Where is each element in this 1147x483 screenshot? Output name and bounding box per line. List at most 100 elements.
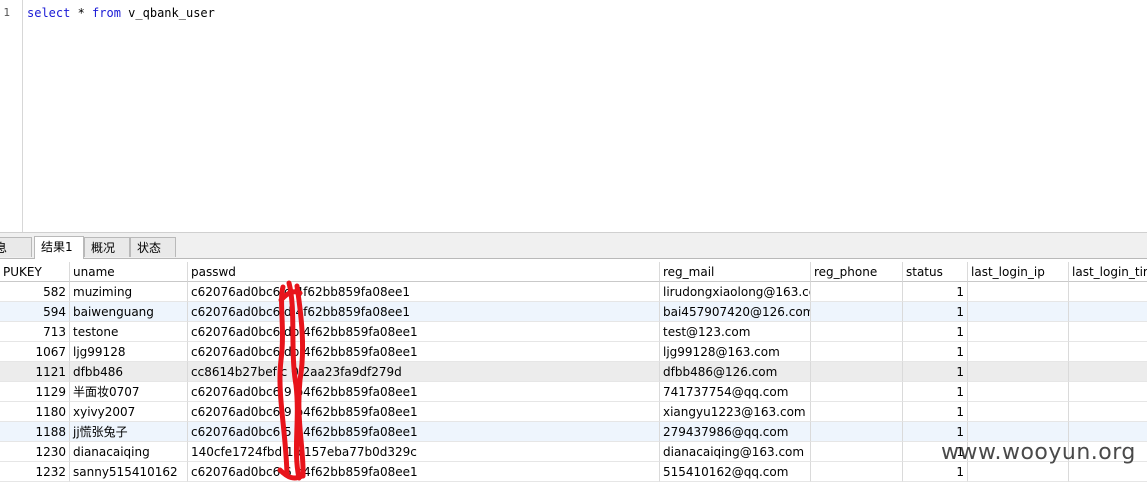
cell-last-login-time[interactable] <box>1069 342 1147 362</box>
tab-overview[interactable]: 概况 <box>84 237 130 257</box>
cell-last-login-ip[interactable] <box>968 402 1069 422</box>
cell-uname[interactable]: muziming <box>70 282 188 302</box>
cell-last-login-ip[interactable] <box>968 462 1069 482</box>
sql-query-line[interactable]: select * from v_qbank_user <box>27 6 215 20</box>
cell-pukey[interactable]: 1067 <box>0 342 70 362</box>
cell-pukey[interactable]: 1180 <box>0 402 70 422</box>
column-header[interactable]: PUKEY <box>0 262 70 282</box>
cell-last-login-ip[interactable] <box>968 322 1069 342</box>
cell-reg-mail[interactable]: lirudongxiaolong@163.co <box>660 282 811 302</box>
cell-status[interactable]: 1 <box>903 362 968 382</box>
cell-reg-mail[interactable]: 279437986@qq.com <box>660 422 811 442</box>
cell-passwd[interactable]: c62076ad0bc6 d 4f62bb859fa08ee1 <box>188 302 660 322</box>
cell-reg-phone[interactable] <box>811 322 903 342</box>
cell-pukey[interactable]: 1129 <box>0 382 70 402</box>
cell-pukey[interactable]: 1188 <box>0 422 70 442</box>
cell-last-login-ip[interactable] <box>968 422 1069 442</box>
cell-pukey[interactable]: 1121 <box>0 362 70 382</box>
table-row[interactable]: 1121 dfbb486 cc8614b27bef c 0 2aa23fa9df27… <box>0 362 1147 382</box>
cell-reg-phone[interactable] <box>811 402 903 422</box>
cell-passwd[interactable]: cc8614b27bef c 0 2aa23fa9df279d <box>188 362 660 382</box>
cell-status[interactable]: 1 <box>903 322 968 342</box>
cell-status[interactable]: 1 <box>903 342 968 362</box>
cell-passwd[interactable]: c62076ad0bc6 9 b4f62bb859fa08ee1 <box>188 402 660 422</box>
cell-last-login-time[interactable] <box>1069 462 1147 482</box>
cell-last-login-time[interactable] <box>1069 382 1147 402</box>
cell-last-login-time[interactable] <box>1069 322 1147 342</box>
cell-reg-phone[interactable] <box>811 362 903 382</box>
cell-uname[interactable]: baiwenguang <box>70 302 188 322</box>
cell-last-login-ip[interactable] <box>968 282 1069 302</box>
cell-pukey[interactable]: 594 <box>0 302 70 322</box>
cell-reg-phone[interactable] <box>811 342 903 362</box>
cell-passwd[interactable]: 140cfe1724fbd 1 c157eba77b0d329c <box>188 442 660 462</box>
cell-reg-mail[interactable]: 515410162@qq.com <box>660 462 811 482</box>
cell-status[interactable]: 1 <box>903 422 968 442</box>
cell-passwd[interactable]: c62076ad0bc6 db 4f62bb859fa08ee1 <box>188 342 660 362</box>
column-header[interactable]: passwd <box>188 262 660 282</box>
cell-last-login-ip[interactable] <box>968 342 1069 362</box>
column-header[interactable]: last_login_tim <box>1069 262 1147 282</box>
cell-reg-mail[interactable]: dianacaiqing@163.com <box>660 442 811 462</box>
cell-reg-phone[interactable] <box>811 302 903 322</box>
table-row[interactable]: 582 muziming c62076ad0bc6 d 4f62bb859fa08e… <box>0 282 1147 302</box>
tab-messages[interactable]: 息 <box>0 237 32 257</box>
cell-last-login-ip[interactable] <box>968 382 1069 402</box>
cell-reg-mail[interactable]: 741737754@qq.com <box>660 382 811 402</box>
table-row[interactable]: 1188 jj慌张兔子 c62076ad0bc6 5 b4f62bb859fa08e… <box>0 422 1147 442</box>
cell-passwd[interactable]: c62076ad0bc6 db 4f62bb859fa08ee1 <box>188 322 660 342</box>
cell-passwd[interactable]: c62076ad0bc6 5 b4f62bb859fa08ee1 <box>188 422 660 442</box>
cell-reg-mail[interactable]: bai457907420@126.com <box>660 302 811 322</box>
cell-pukey[interactable]: 1232 <box>0 462 70 482</box>
cell-passwd[interactable]: c62076ad0bc6 9 b4f62bb859fa08ee1 <box>188 382 660 402</box>
cell-reg-mail[interactable]: ljg99128@163.com <box>660 342 811 362</box>
cell-uname[interactable]: xyivy2007 <box>70 402 188 422</box>
cell-status[interactable]: 1 <box>903 302 968 322</box>
cell-reg-phone[interactable] <box>811 462 903 482</box>
table-row[interactable]: 713 testone c62076ad0bc6 db 4f62bb859fa08e… <box>0 322 1147 342</box>
cell-uname[interactable]: sanny515410162 <box>70 462 188 482</box>
column-header[interactable]: reg_phone <box>811 262 903 282</box>
cell-status[interactable]: 1 <box>903 382 968 402</box>
cell-status[interactable]: 1 <box>903 402 968 422</box>
column-header[interactable]: last_login_ip <box>968 262 1069 282</box>
cell-passwd[interactable]: c62076ad0bc6 d 4f62bb859fa08ee1 <box>188 282 660 302</box>
tab-status[interactable]: 状态 <box>130 237 176 257</box>
cell-reg-mail[interactable]: test@123.com <box>660 322 811 342</box>
cell-status[interactable]: 1 <box>903 462 968 482</box>
cell-reg-mail[interactable]: dfbb486@126.com <box>660 362 811 382</box>
cell-passwd[interactable]: c62076ad0bc6 6 b4f62bb859fa08ee1 <box>188 462 660 482</box>
cell-pukey[interactable]: 1230 <box>0 442 70 462</box>
table-row[interactable]: 1067 ljg99128 c62076ad0bc6 db 4f62bb859fa0… <box>0 342 1147 362</box>
cell-uname[interactable]: 半面妆0707 <box>70 382 188 402</box>
column-header[interactable]: uname <box>70 262 188 282</box>
cell-uname[interactable]: jj慌张兔子 <box>70 422 188 442</box>
cell-reg-mail[interactable]: xiangyu1223@163.com <box>660 402 811 422</box>
cell-uname[interactable]: dfbb486 <box>70 362 188 382</box>
cell-pukey[interactable]: 713 <box>0 322 70 342</box>
table-row[interactable]: 594 baiwenguang c62076ad0bc6 d 4f62bb859fa… <box>0 302 1147 322</box>
cell-uname[interactable]: testone <box>70 322 188 342</box>
column-header[interactable]: status <box>903 262 968 282</box>
cell-last-login-time[interactable] <box>1069 422 1147 442</box>
table-row[interactable]: 1180 xyivy2007 c62076ad0bc6 9 b4f62bb859fa… <box>0 402 1147 422</box>
cell-status[interactable]: 1 <box>903 282 968 302</box>
cell-reg-phone[interactable] <box>811 422 903 442</box>
table-row[interactable]: 1232 sanny515410162 c62076ad0bc6 6 b4f62bb… <box>0 462 1147 482</box>
cell-pukey[interactable]: 582 <box>0 282 70 302</box>
cell-last-login-time[interactable] <box>1069 282 1147 302</box>
cell-last-login-ip[interactable] <box>968 362 1069 382</box>
cell-last-login-ip[interactable] <box>968 302 1069 322</box>
cell-last-login-time[interactable] <box>1069 402 1147 422</box>
cell-last-login-time[interactable] <box>1069 362 1147 382</box>
table-row[interactable]: 1129 半面妆0707 c62076ad0bc6 9 b4f62bb859fa08… <box>0 382 1147 402</box>
cell-last-login-time[interactable] <box>1069 302 1147 322</box>
cell-reg-phone[interactable] <box>811 282 903 302</box>
cell-reg-phone[interactable] <box>811 382 903 402</box>
column-header[interactable]: reg_mail <box>660 262 811 282</box>
tab-result1[interactable]: 结果1 <box>34 236 84 259</box>
cell-uname[interactable]: dianacaiqing <box>70 442 188 462</box>
cell-uname[interactable]: ljg99128 <box>70 342 188 362</box>
cell-reg-phone[interactable] <box>811 442 903 462</box>
sql-editor[interactable]: 1 select * from v_qbank_user <box>0 0 1147 232</box>
